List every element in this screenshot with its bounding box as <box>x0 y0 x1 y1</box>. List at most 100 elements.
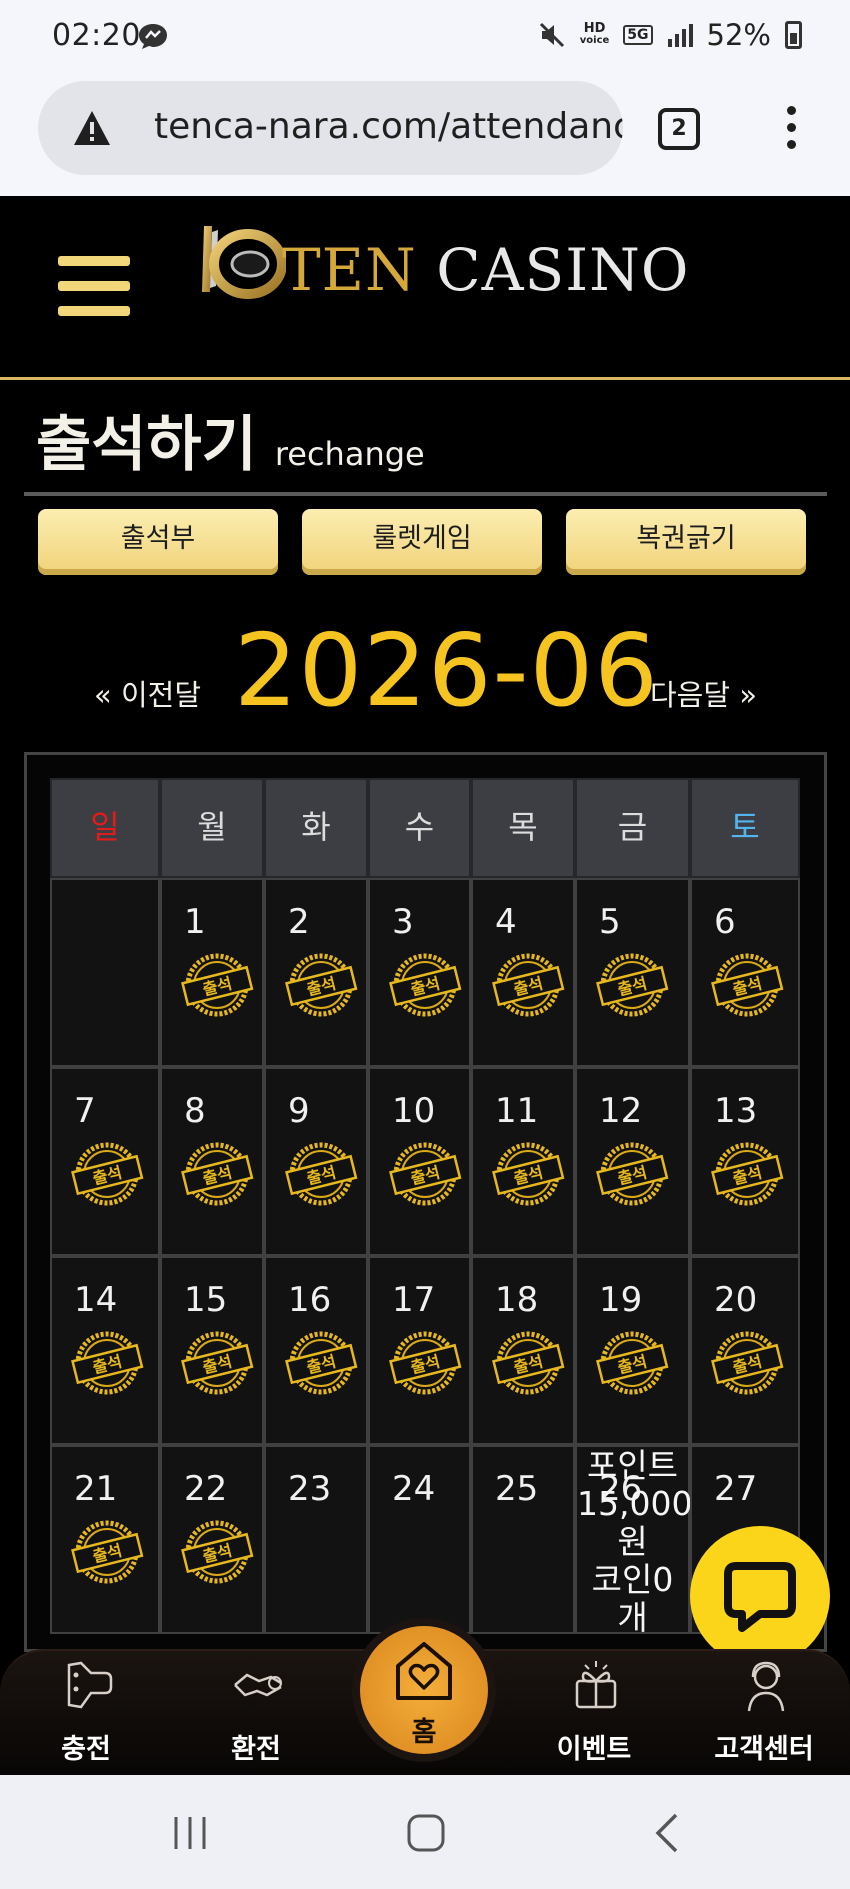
calendar-day-23[interactable]: 23 <box>264 1445 368 1634</box>
calendar-day-5[interactable]: 5 출석 <box>575 878 690 1067</box>
day-number: 10 <box>392 1091 436 1131</box>
gift-icon <box>575 1661 617 1709</box>
calendar-day-3[interactable]: 3 출석 <box>368 878 471 1067</box>
calendar-day-9[interactable]: 9 출석 <box>264 1067 368 1256</box>
calendar-day-14[interactable]: 14 출석 <box>50 1256 160 1445</box>
calendar-day-6[interactable]: 6 출석 <box>690 878 800 1067</box>
messenger-icon <box>139 24 167 49</box>
calendar-day-8[interactable]: 8 출석 <box>160 1067 264 1256</box>
signal-icon <box>667 24 693 47</box>
attendance-stamp-icon: 출석 <box>178 1513 256 1591</box>
site-logo[interactable]: TEN CASINO <box>196 222 688 312</box>
day-number: 11 <box>495 1091 539 1131</box>
calendar-day-20[interactable]: 20 출석 <box>690 1256 800 1445</box>
prev-month-link[interactable]: « 이전달 <box>94 672 201 714</box>
calendar-day-13[interactable]: 13 출석 <box>690 1067 800 1256</box>
calendar-day-10[interactable]: 10 출석 <box>368 1067 471 1256</box>
logo-emblem-icon <box>202 226 286 299</box>
day-number: 4 <box>495 902 517 942</box>
attendance-stamp-icon: 출석 <box>282 1135 360 1213</box>
system-navigation-bar <box>0 1775 850 1889</box>
chat-button[interactable] <box>690 1526 830 1666</box>
day-number: 5 <box>599 902 621 942</box>
calendar-day-18[interactable]: 18 출석 <box>471 1256 575 1445</box>
calendar-day-19[interactable]: 19 출석 <box>575 1256 690 1445</box>
not-secure-warning-icon[interactable] <box>72 109 112 147</box>
weekday-header: 수 <box>368 778 471 878</box>
browser-menu-icon[interactable] <box>781 106 801 156</box>
day-number: 9 <box>288 1091 310 1131</box>
support-agent-icon <box>747 1661 785 1712</box>
attendance-stamp-icon: 출석 <box>708 1324 786 1402</box>
recent-apps-icon[interactable] <box>170 1813 210 1853</box>
calendar-day-7[interactable]: 7 출석 <box>50 1067 160 1256</box>
reward-line: 개 <box>617 1598 648 1637</box>
roulette-game-button[interactable]: 룰렛게임 <box>302 509 542 575</box>
reward-line: 15,000 <box>577 1484 693 1523</box>
calendar-day-4[interactable]: 4 출석 <box>471 878 575 1067</box>
nav-home[interactable]: 홈 <box>352 1618 496 1762</box>
calendar-day-17[interactable]: 17 출석 <box>368 1256 471 1445</box>
calendar-day-21[interactable]: 21 출석 <box>50 1445 160 1634</box>
calendar-day-16[interactable]: 16 출석 <box>264 1256 368 1445</box>
back-icon[interactable] <box>648 1813 688 1853</box>
screen: 02:20 HD voice 5G 52% tenca-nara.com/att… <box>0 0 850 1889</box>
day-number: 19 <box>599 1280 643 1320</box>
attendance-stamp-icon: 출석 <box>386 1135 464 1213</box>
calendar-day-15[interactable]: 15 출석 <box>160 1256 264 1445</box>
page-title: 출석하기 rechange <box>36 396 425 483</box>
attendance-stamp-icon: 출석 <box>593 946 671 1024</box>
reward-line: 원 <box>617 1522 648 1561</box>
battery-percent: 52% <box>706 18 771 52</box>
attendance-stamp-icon: 출석 <box>282 1324 360 1402</box>
calendar-day-26[interactable]: 26 포인트 15,000 원 코인0 개 <box>575 1445 693 1637</box>
attendance-stamp-icon: 출석 <box>593 1135 671 1213</box>
day-number: 18 <box>495 1280 539 1320</box>
calendar-day-12[interactable]: 12 출석 <box>575 1067 690 1256</box>
calendar-day-1[interactable]: 1 출석 <box>160 878 264 1067</box>
weekday-header: 금 <box>575 778 690 878</box>
day-number: 2 <box>288 902 310 942</box>
day-number: 20 <box>714 1280 758 1320</box>
lottery-scratch-button[interactable]: 복권긁기 <box>566 509 806 575</box>
nav-charge[interactable]: 충전 <box>26 1651 146 1777</box>
nav-event[interactable]: 이벤트 <box>534 1651 654 1777</box>
day-number: 12 <box>599 1091 643 1131</box>
logo-text-casino: CASINO <box>436 236 690 304</box>
day-number: 25 <box>495 1469 539 1509</box>
calendar-day-11[interactable]: 11 출석 <box>471 1067 575 1256</box>
nav-exchange[interactable]: 환전 <box>196 1651 316 1777</box>
calendar-empty-cell <box>50 878 160 1067</box>
calendar-day-25[interactable]: 25 <box>471 1445 575 1634</box>
day-number: 7 <box>74 1091 96 1131</box>
day-number: 23 <box>288 1469 332 1509</box>
tab-switcher-button[interactable]: 2 <box>658 108 700 150</box>
day-number: 17 <box>392 1280 436 1320</box>
hamburger-menu-icon[interactable] <box>58 256 130 318</box>
weekday-header: 월 <box>160 778 264 878</box>
attendance-stamp-icon: 출석 <box>68 1324 146 1402</box>
day-number: 24 <box>392 1469 436 1509</box>
day-number: 1 <box>184 902 206 942</box>
home-system-icon[interactable] <box>406 1813 446 1853</box>
calendar-day-2[interactable]: 2 출석 <box>264 878 368 1067</box>
calendar-day-22[interactable]: 22 출석 <box>160 1445 264 1634</box>
day-number: 8 <box>184 1091 206 1131</box>
attendance-stamp-icon: 출석 <box>489 946 567 1024</box>
day-number: 13 <box>714 1091 758 1131</box>
url-text[interactable]: tenca-nara.com/attendance2 <box>154 106 623 147</box>
day-number: 6 <box>714 902 736 942</box>
attendance-stamp-icon: 출석 <box>68 1513 146 1591</box>
reward-line: 코인0 <box>591 1560 674 1599</box>
attendance-stamp-icon: 출석 <box>708 1135 786 1213</box>
next-month-link[interactable]: 다음달 » <box>650 672 757 714</box>
nav-customer-center[interactable]: 고객센터 <box>704 1651 824 1777</box>
calendar-day-24[interactable]: 24 <box>368 1445 471 1634</box>
status-icons: HD voice 5G 52% <box>538 18 802 52</box>
charge-icon <box>67 1661 113 1709</box>
attendance-stamp-icon: 출석 <box>68 1135 146 1213</box>
attendance-stamp-icon: 출석 <box>178 946 256 1024</box>
attendance-book-button[interactable]: 출석부 <box>38 509 278 575</box>
chat-bubble-icon <box>724 1562 796 1632</box>
address-bar[interactable]: tenca-nara.com/attendance2 <box>38 81 623 175</box>
